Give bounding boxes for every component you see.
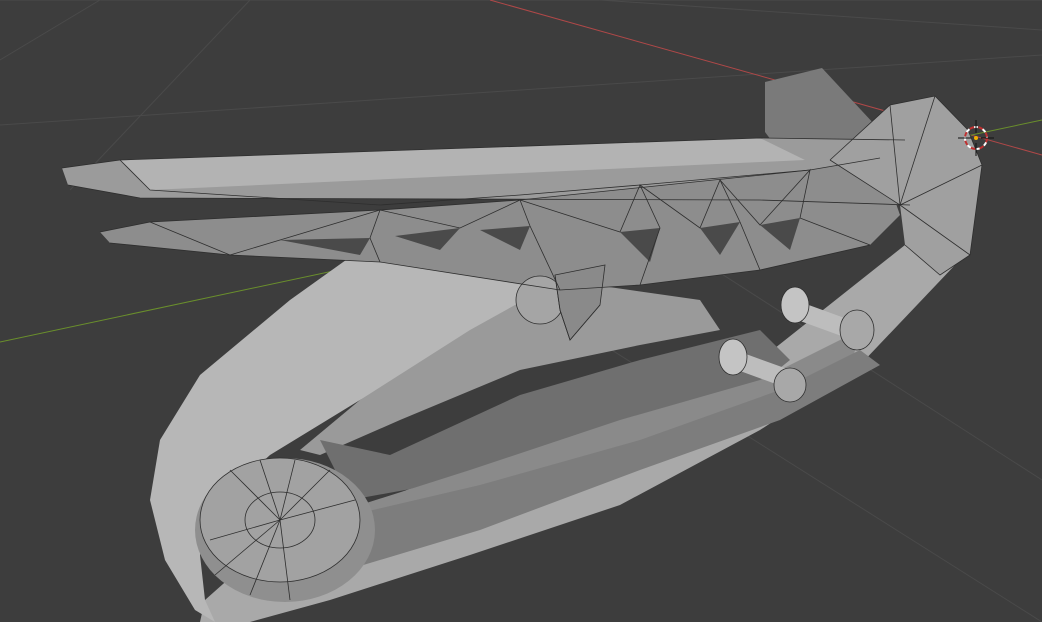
mesh-object[interactable] [61, 68, 983, 622]
mesh-wheel-left [195, 457, 375, 602]
viewport-canvas[interactable] [0, 0, 1042, 622]
3d-viewport[interactable] [0, 0, 1042, 622]
